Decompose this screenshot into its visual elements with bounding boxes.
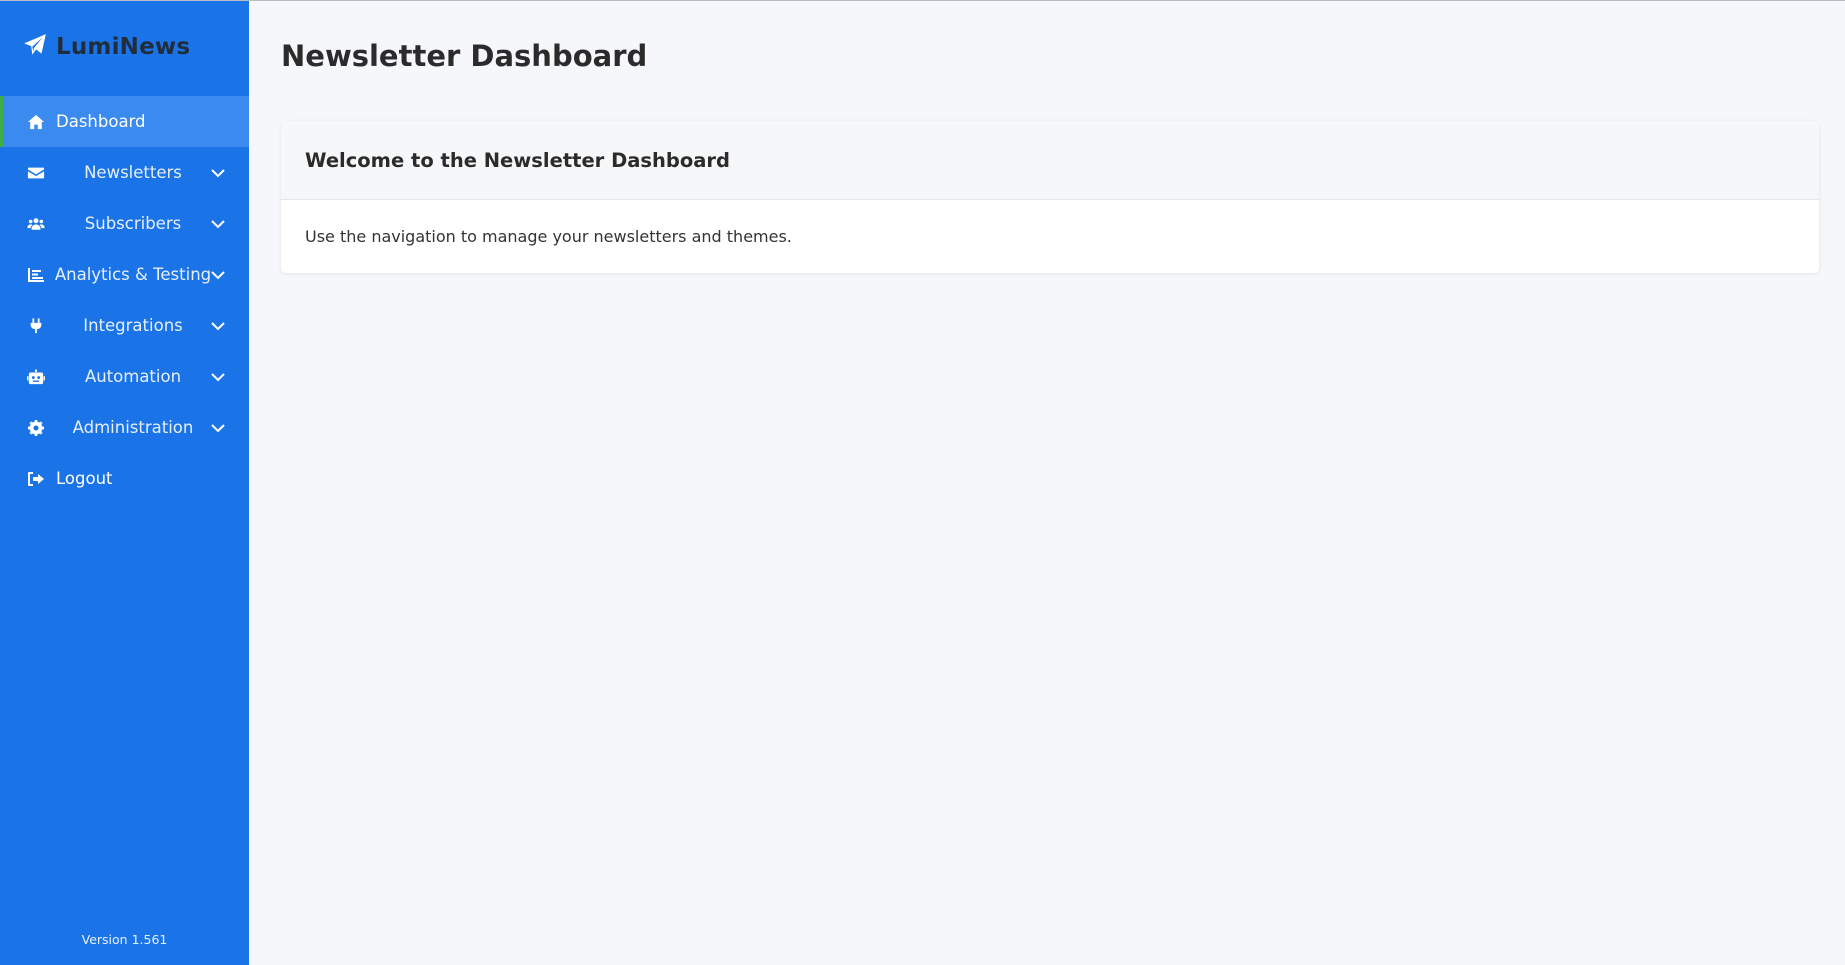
chevron-down-icon[interactable] bbox=[210, 267, 226, 283]
sidebar-item-label: Analytics & Testing bbox=[54, 265, 212, 284]
card-header: Welcome to the Newsletter Dashboard bbox=[281, 121, 1819, 200]
logout-icon bbox=[26, 470, 45, 487]
plug-icon bbox=[26, 317, 45, 334]
page-title: Newsletter Dashboard bbox=[281, 39, 648, 73]
envelope-icon bbox=[26, 164, 45, 181]
card-body: Use the navigation to manage your newsle… bbox=[305, 227, 792, 246]
users-icon bbox=[26, 215, 45, 232]
chevron-down-icon[interactable] bbox=[210, 420, 226, 436]
sidebar-nav: Dashboard Newsletters Subscribers Analyt… bbox=[0, 96, 249, 504]
sidebar-item-label: Administration bbox=[72, 418, 194, 437]
paper-plane-icon bbox=[22, 32, 48, 62]
home-icon bbox=[26, 113, 45, 130]
main-content: Newsletter Dashboard Welcome to the News… bbox=[249, 1, 1845, 965]
sidebar-item-label: Automation bbox=[84, 367, 182, 386]
chevron-down-icon[interactable] bbox=[210, 216, 226, 232]
gear-icon bbox=[26, 419, 45, 436]
version-label: Version 1.561 bbox=[81, 932, 168, 947]
sidebar: LumiNews Dashboard Newsletters Subscribe… bbox=[0, 1, 249, 965]
welcome-card: Welcome to the Newsletter Dashboard Use … bbox=[281, 121, 1819, 273]
chevron-down-icon[interactable] bbox=[210, 165, 226, 181]
sidebar-item-label: Logout bbox=[56, 469, 113, 488]
sidebar-item-dashboard[interactable]: Dashboard bbox=[0, 96, 249, 147]
brand-logo[interactable]: LumiNews bbox=[22, 31, 190, 63]
sidebar-item-label: Dashboard bbox=[56, 112, 146, 131]
sidebar-item-label: Integrations bbox=[83, 316, 183, 335]
sidebar-item-newsletters[interactable]: Newsletters bbox=[0, 147, 249, 198]
sidebar-item-administration[interactable]: Administration bbox=[0, 402, 249, 453]
sidebar-item-subscribers[interactable]: Subscribers bbox=[0, 198, 249, 249]
chevron-down-icon[interactable] bbox=[210, 318, 226, 334]
sidebar-item-logout[interactable]: Logout bbox=[0, 453, 249, 504]
brand-name: LumiNews bbox=[56, 34, 191, 60]
chart-icon bbox=[26, 266, 45, 283]
robot-icon bbox=[26, 368, 45, 385]
sidebar-item-integrations[interactable]: Integrations bbox=[0, 300, 249, 351]
sidebar-item-label: Newsletters bbox=[84, 163, 182, 182]
chevron-down-icon[interactable] bbox=[210, 369, 226, 385]
sidebar-item-analytics[interactable]: Analytics & Testing bbox=[0, 249, 249, 300]
sidebar-item-automation[interactable]: Automation bbox=[0, 351, 249, 402]
sidebar-item-label: Subscribers bbox=[84, 214, 182, 233]
